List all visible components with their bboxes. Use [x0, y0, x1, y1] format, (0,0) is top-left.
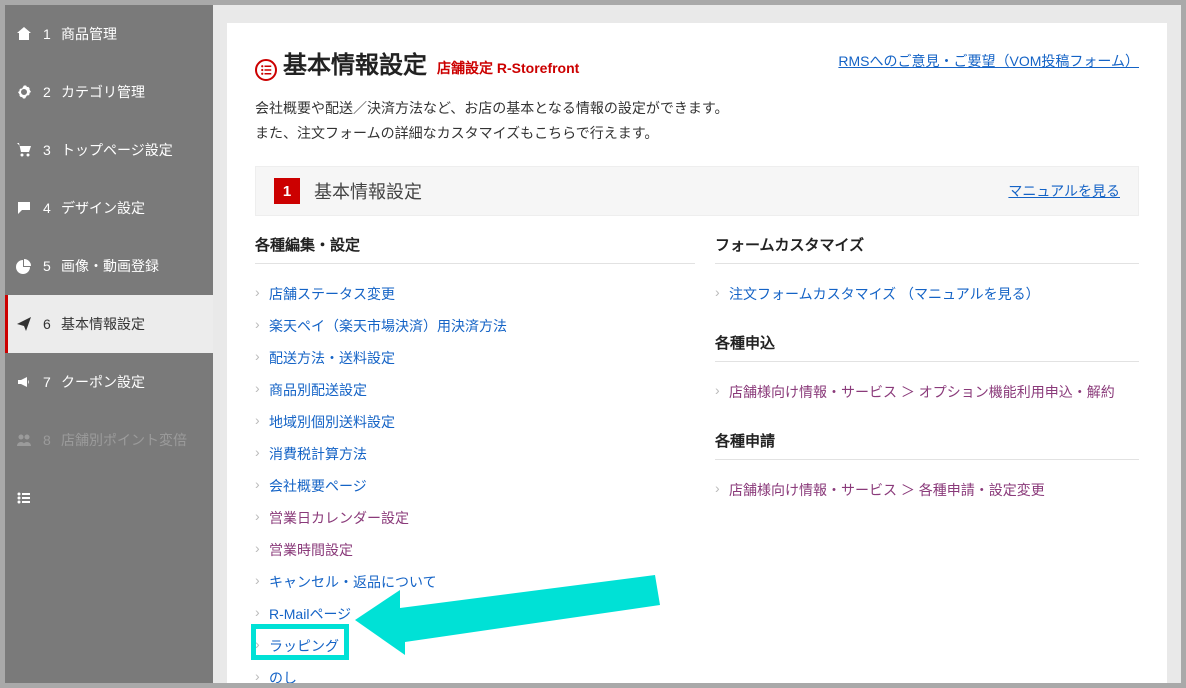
- divider: [255, 263, 695, 264]
- list-item: のし: [255, 662, 695, 683]
- list-item: 注文フォームカスタマイズ （マニュアルを見る）: [715, 278, 1139, 310]
- link-list: 注文フォームカスタマイズ （マニュアルを見る）: [715, 278, 1139, 310]
- divider: [715, 361, 1139, 362]
- group-title: フォームカスタマイズ: [715, 234, 1139, 255]
- link-消費税計算方法[interactable]: 消費税計算方法: [269, 446, 367, 462]
- sidebar-item-トップページ設定[interactable]: 3トップページ設定: [5, 121, 213, 179]
- sidebar-item-label: 店舗別ポイント変倍: [61, 430, 187, 450]
- content-card: 基本情報設定 店舗設定 R-Storefront RMSへのご意見・ご要望（VO…: [227, 23, 1167, 683]
- pie-icon: [15, 257, 33, 275]
- right-column: フォームカスタマイズ注文フォームカスタマイズ （マニュアルを見る） 各種申込店舗様…: [695, 234, 1139, 683]
- page-description: 会社概要や配送／決済方法など、お店の基本となる情報の設定ができます。 また、注文…: [255, 96, 1139, 146]
- link-商品別配送設定[interactable]: 商品別配送設定: [269, 382, 367, 398]
- list-item: ラッピング: [255, 630, 695, 662]
- sidebar-item-number: 8: [43, 432, 61, 448]
- list-item: 商品別配送設定: [255, 374, 695, 406]
- link-店舗様向け情報・サービス ＞ オプション機能利用申込・解約[interactable]: 店舗様向け情報・サービス ＞ オプション機能利用申込・解約: [729, 384, 1115, 400]
- link-店舗ステータス変更[interactable]: 店舗ステータス変更: [269, 286, 395, 302]
- sidebar-item-画像・動画登録[interactable]: 5画像・動画登録: [5, 237, 213, 295]
- right-group: フォームカスタマイズ注文フォームカスタマイズ （マニュアルを見る）: [715, 234, 1139, 310]
- link-list: 店舗様向け情報・サービス ＞ オプション機能利用申込・解約: [715, 376, 1139, 408]
- desc-line: 会社概要や配送／決済方法など、お店の基本となる情報の設定ができます。: [255, 96, 1139, 121]
- chat-icon: [15, 199, 33, 217]
- list-item: 会社概要ページ: [255, 470, 695, 502]
- sidebar-item-menu[interactable]: [5, 469, 213, 527]
- list-item: 営業時間設定: [255, 534, 695, 566]
- list-item: 地域別個別送料設定: [255, 406, 695, 438]
- list-item: R-Mailページ: [255, 598, 695, 630]
- link-ラッピング[interactable]: ラッピング: [269, 638, 339, 654]
- list-item: 配送方法・送料設定: [255, 342, 695, 374]
- manual-link[interactable]: マニュアルを見る: [1008, 181, 1120, 201]
- left-column: 各種編集・設定 店舗ステータス変更楽天ペイ（楽天市場決済）用決済方法配送方法・送…: [255, 234, 695, 683]
- sidebar-item-店舗別ポイント変倍[interactable]: 8店舗別ポイント変倍: [5, 411, 213, 469]
- sidebar-item-label: 商品管理: [61, 24, 117, 44]
- sidebar-item-label: クーポン設定: [61, 372, 145, 392]
- list-item: 楽天ペイ（楽天市場決済）用決済方法: [255, 310, 695, 342]
- section-header: 1 基本情報設定 マニュアルを見る: [255, 166, 1139, 216]
- main-area: 基本情報設定 店舗設定 R-Storefront RMSへのご意見・ご要望（VO…: [213, 5, 1181, 683]
- sidebar-item-label: 基本情報設定: [61, 314, 145, 334]
- sidebar-item-number: 7: [43, 374, 61, 390]
- list-item: 店舗ステータス変更: [255, 278, 695, 310]
- cart-icon: [15, 141, 33, 159]
- link-店舗様向け情報・サービス ＞ 各種申請・設定変更[interactable]: 店舗様向け情報・サービス ＞ 各種申請・設定変更: [729, 482, 1045, 498]
- link-キャンセル・返品について[interactable]: キャンセル・返品について: [269, 574, 437, 590]
- link-楽天ペイ（楽天市場決済）用決済方法[interactable]: 楽天ペイ（楽天市場決済）用決済方法: [269, 318, 507, 334]
- feedback-link[interactable]: RMSへのご意見・ご要望（VOM投稿フォーム）: [838, 51, 1139, 71]
- section-title: 基本情報設定: [314, 178, 422, 204]
- gear-icon: [15, 83, 33, 101]
- link-R-Mailページ[interactable]: R-Mailページ: [269, 606, 351, 622]
- sidebar-item-number: 5: [43, 258, 61, 274]
- sidebar-item-商品管理[interactable]: 1商品管理: [5, 5, 213, 63]
- sidebar-item-カテゴリ管理[interactable]: 2カテゴリ管理: [5, 63, 213, 121]
- divider: [715, 459, 1139, 460]
- sidebar-item-label: トップページ設定: [61, 140, 173, 160]
- sidebar-item-number: 2: [43, 84, 61, 100]
- sidebar-item-クーポン設定[interactable]: 7クーポン設定: [5, 353, 213, 411]
- divider: [715, 263, 1139, 264]
- edit-settings-list: 店舗ステータス変更楽天ペイ（楽天市場決済）用決済方法配送方法・送料設定商品別配送…: [255, 278, 695, 683]
- list-icon: [15, 489, 33, 507]
- group-title: 各種申込: [715, 332, 1139, 353]
- list-item: 店舗様向け情報・サービス ＞ 各種申請・設定変更: [715, 474, 1139, 506]
- users-icon: [15, 431, 33, 449]
- desc-line: また、注文フォームの詳細なカスタマイズもこちらで行えます。: [255, 121, 1139, 146]
- page-title: 基本情報設定: [283, 45, 427, 80]
- link-配送方法・送料設定[interactable]: 配送方法・送料設定: [269, 350, 395, 366]
- link-list: 店舗様向け情報・サービス ＞ 各種申請・設定変更: [715, 474, 1139, 506]
- list-item: キャンセル・返品について: [255, 566, 695, 598]
- link-会社概要ページ[interactable]: 会社概要ページ: [269, 478, 367, 494]
- bullet-list-circle-icon: [255, 59, 277, 81]
- link-のし[interactable]: のし: [269, 670, 297, 683]
- sidebar-item-number: 4: [43, 200, 61, 216]
- sidebar-item-label: デザイン設定: [61, 198, 145, 218]
- sidebar-item-label: 画像・動画登録: [61, 256, 159, 276]
- link-注文フォームカスタマイズ （マニュアルを見る）[interactable]: 注文フォームカスタマイズ （マニュアルを見る）: [729, 286, 1040, 302]
- sidebar-item-デザイン設定[interactable]: 4デザイン設定: [5, 179, 213, 237]
- group-title-edit: 各種編集・設定: [255, 234, 695, 255]
- right-group: 各種申請店舗様向け情報・サービス ＞ 各種申請・設定変更: [715, 430, 1139, 506]
- list-item: 消費税計算方法: [255, 438, 695, 470]
- section-number-badge: 1: [274, 178, 300, 204]
- sidebar-item-number: 3: [43, 142, 61, 158]
- sidebar-item-number: 6: [43, 316, 61, 332]
- link-営業日カレンダー設定[interactable]: 営業日カレンダー設定: [269, 510, 409, 526]
- list-item: 店舗様向け情報・サービス ＞ オプション機能利用申込・解約: [715, 376, 1139, 408]
- list-item: 営業日カレンダー設定: [255, 502, 695, 534]
- right-group: 各種申込店舗様向け情報・サービス ＞ オプション機能利用申込・解約: [715, 332, 1139, 408]
- send-icon: [15, 315, 33, 333]
- page-subtitle: 店舗設定 R-Storefront: [437, 58, 579, 78]
- sidebar: 1商品管理2カテゴリ管理3トップページ設定4デザイン設定5画像・動画登録6基本情…: [5, 5, 213, 683]
- sidebar-item-基本情報設定[interactable]: 6基本情報設定: [5, 295, 213, 353]
- link-営業時間設定[interactable]: 営業時間設定: [269, 542, 353, 558]
- home-icon: [15, 25, 33, 43]
- link-地域別個別送料設定[interactable]: 地域別個別送料設定: [269, 414, 395, 430]
- megaphone-icon: [15, 373, 33, 391]
- sidebar-item-number: 1: [43, 26, 61, 42]
- sidebar-item-label: カテゴリ管理: [61, 82, 145, 102]
- group-title: 各種申請: [715, 430, 1139, 451]
